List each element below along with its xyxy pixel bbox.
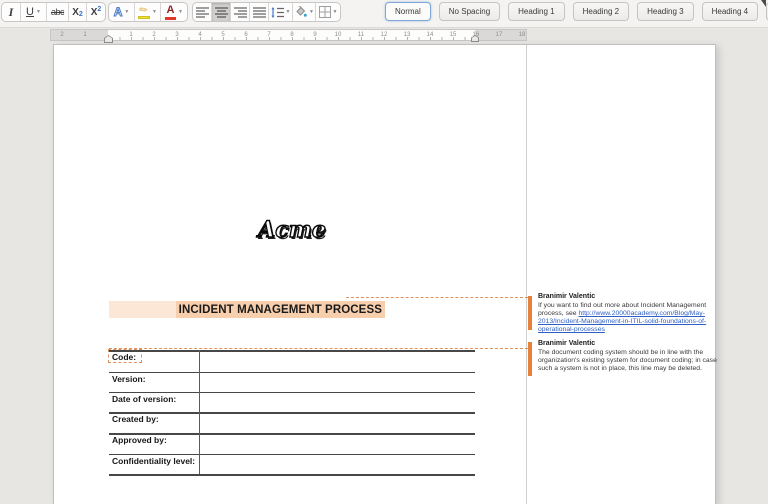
style-heading-4[interactable]: Heading 4 <box>701 2 759 21</box>
paragraph-group: ▼ ▼ ▼ <box>192 2 341 22</box>
ruler-number: 11 <box>357 32 365 38</box>
align-center-icon <box>214 6 228 18</box>
table-row-label: Approved by: <box>112 435 167 445</box>
comment-marker-bar <box>528 296 532 330</box>
text-effects-button[interactable]: A ▼ <box>109 3 135 21</box>
italic-button[interactable]: I <box>2 3 21 21</box>
style-heading-1[interactable]: Heading 1 <box>508 2 565 21</box>
align-right-icon <box>233 6 247 18</box>
justify-icon <box>252 6 266 18</box>
align-right-button[interactable] <box>231 3 250 21</box>
ruler-number: 5 <box>221 32 225 38</box>
ruler-number: 18 <box>518 32 526 38</box>
style-no-spacing[interactable]: No Spacing <box>438 2 501 21</box>
align-left-icon <box>195 6 209 18</box>
borders-icon <box>318 6 331 18</box>
underline-label: U <box>26 6 34 18</box>
table-border-line <box>109 371 475 373</box>
table-row-label: Version: <box>112 373 146 384</box>
comment-marker-bar <box>528 342 532 376</box>
subscript-button[interactable]: X2 <box>69 3 87 21</box>
styles-pane-expander-icon[interactable] <box>761 0 766 7</box>
ruler-number: 9 <box>313 32 317 38</box>
table-row-label: Created by: <box>112 414 159 424</box>
text-effects-icon: A <box>113 5 123 20</box>
style-heading-2[interactable]: Heading 2 <box>572 2 630 21</box>
align-left-button[interactable] <box>193 3 212 21</box>
horizontal-ruler: 2 1 1 2 3 4 5 6 7 8 9 10 11 12 13 14 15 … <box>50 29 527 43</box>
ruler-number: 6 <box>244 32 248 38</box>
styles-gallery: Normal No Spacing Heading 1 Heading 2 He… <box>385 2 768 21</box>
shading-icon <box>296 6 307 17</box>
ruler-number: 1 <box>129 32 133 38</box>
ruler-number: 7 <box>267 32 271 38</box>
superscript-base: X <box>90 6 98 18</box>
comment-author: Branimir Valentic <box>538 340 596 347</box>
highlight-icon: ✎ <box>137 3 151 19</box>
superscript-button[interactable]: X2 <box>87 3 105 21</box>
style-normal[interactable]: Normal <box>385 2 431 21</box>
line-spacing-icon <box>270 6 284 18</box>
comment-anchor-line <box>346 297 528 298</box>
document-page[interactable]: Acme INCIDENT MANAGEMENT PROCESS Code: V… <box>53 44 717 504</box>
shading-button[interactable]: ▼ <box>293 3 316 21</box>
font-color-button[interactable]: A ▼ <box>161 3 187 21</box>
word-processor-window: I U ▼ abc X2 X2 A ▼ ✎ ▼ A ▼ ▼ ▼ ▼ Normal… <box>0 0 768 504</box>
highlight-button[interactable]: ✎ ▼ <box>135 3 161 21</box>
subscript-base: X <box>72 6 79 18</box>
table-border-line <box>109 412 475 414</box>
ruler-number: 8 <box>290 32 294 38</box>
ruler-number: 2 <box>60 32 64 38</box>
document-title: INCIDENT MANAGEMENT PROCESS <box>175 301 385 318</box>
ruler-number: 13 <box>403 32 411 38</box>
table-row-label: Confidentiality level: <box>112 455 196 466</box>
borders-button[interactable]: ▼ <box>316 3 340 21</box>
align-center-button[interactable] <box>212 3 231 21</box>
superscript-mark: 2 <box>97 5 102 13</box>
page-markup-divider <box>526 45 527 504</box>
chevron-down-icon: ▼ <box>332 9 338 15</box>
comment-text: The document coding system should be in … <box>538 349 717 372</box>
company-logo-text: Acme <box>257 216 326 243</box>
table-row-label: Code: <box>112 352 137 362</box>
ruler-number: 1 <box>83 32 87 38</box>
ruler-number: 3 <box>175 32 179 38</box>
font-color-icon: A <box>165 4 177 20</box>
formatting-toolbar: I U ▼ abc X2 X2 A ▼ ✎ ▼ A ▼ ▼ ▼ ▼ Normal… <box>0 0 768 28</box>
ruler-number: 15 <box>449 32 457 38</box>
chevron-down-icon: ▼ <box>309 9 314 15</box>
justify-button[interactable] <box>250 3 269 21</box>
comment-anchor-line <box>109 348 528 349</box>
line-spacing-button[interactable]: ▼ <box>269 3 293 21</box>
comment-body: If you want to find out more about Incid… <box>538 302 723 334</box>
chevron-down-icon: ▼ <box>36 9 41 15</box>
text-color-group: A ▼ ✎ ▼ A ▼ <box>108 2 188 22</box>
table-row-label: Date of version: <box>112 393 177 404</box>
ruler-number: 4 <box>198 32 202 38</box>
style-heading-3[interactable]: Heading 3 <box>637 2 694 21</box>
strikethrough-button[interactable]: abc <box>47 3 69 21</box>
comment-author: Branimir Valentic <box>538 293 596 300</box>
subscript-mark: 2 <box>78 11 83 18</box>
chevron-down-icon: ▼ <box>178 9 183 15</box>
chevron-down-icon: ▼ <box>285 9 291 15</box>
table-column-divider <box>199 350 200 474</box>
ruler-number: 10 <box>334 32 342 38</box>
chevron-down-icon: ▼ <box>152 9 157 15</box>
ruler-number: 17 <box>495 32 503 38</box>
ruler-number: 12 <box>380 32 388 38</box>
chevron-down-icon: ▼ <box>124 9 130 15</box>
ruler-number: 2 <box>152 32 156 38</box>
comment-body: The document coding system should be in … <box>538 349 723 373</box>
title-highlight-band: INCIDENT MANAGEMENT PROCESS <box>109 301 385 318</box>
ruler-number: 14 <box>426 32 434 38</box>
table-border-line <box>109 350 475 352</box>
table-border-line <box>109 474 475 476</box>
font-format-group: I U ▼ abc X2 X2 <box>1 2 106 22</box>
underline-button[interactable]: U ▼ <box>21 3 47 21</box>
